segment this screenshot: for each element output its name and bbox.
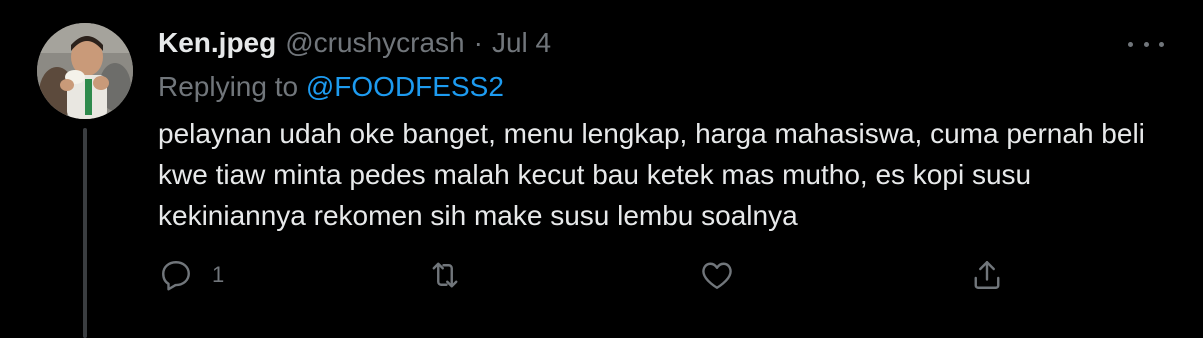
share-icon [974, 261, 1000, 289]
replying-to-label: Replying to [158, 71, 299, 102]
reply-count: 1 [212, 262, 225, 287]
retweet-button[interactable] [426, 255, 464, 295]
share-button[interactable] [969, 255, 1005, 295]
heart-icon [702, 262, 732, 289]
thread-line [83, 128, 87, 338]
like-button[interactable] [699, 255, 735, 295]
tweet-header: Ken.jpeg @crushycrash · Jul 4 [158, 27, 551, 61]
more-horizontal-icon [1128, 41, 1133, 47]
display-name[interactable]: Ken.jpeg [158, 27, 276, 59]
replying-to-mention[interactable]: @FOODFESS2 [306, 71, 504, 102]
avatar[interactable] [37, 23, 133, 119]
tweet-actions: 1 [158, 255, 1008, 295]
tweet-date[interactable]: Jul 4 [492, 27, 551, 59]
tweet-text: pelaynan udah oke banget, menu lengkap, … [158, 118, 1145, 231]
user-handle[interactable]: @crushycrash [285, 27, 464, 59]
reply-button[interactable]: 1 [158, 255, 224, 295]
more-options-button[interactable] [1128, 34, 1164, 54]
retweet-icon [432, 262, 458, 288]
tweet-card[interactable]: Ken.jpeg @crushycrash · Jul 4 Replying t… [0, 0, 1203, 338]
header-separator: · [473, 27, 483, 58]
avatar-image [37, 23, 133, 119]
reply-bubble-icon [162, 261, 190, 291]
replying-to-line: Replying to @FOODFESS2 [158, 71, 504, 103]
